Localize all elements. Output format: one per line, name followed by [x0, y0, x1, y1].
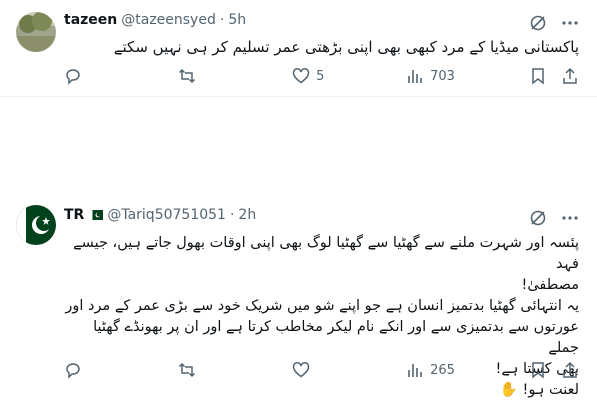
tweet-header: TR @Tariq50751051 · 2h	[64, 207, 256, 223]
retweet-button[interactable]	[178, 361, 218, 379]
tweet-text-line: عورتوں سے بدتمیزی سے اور انکے نام لیکر م…	[93, 319, 579, 356]
analytics-icon	[408, 70, 422, 83]
heart-icon	[292, 68, 310, 84]
retweet-button[interactable]	[178, 67, 218, 85]
analytics-icon	[408, 364, 422, 377]
reply-icon	[66, 69, 80, 85]
separator: ·	[229, 207, 235, 223]
view-count: 265	[430, 362, 455, 378]
more-options-icon[interactable]	[561, 209, 579, 227]
tweet-text-line: پئسہ اور شہرت ملنے سے گھٹیا سے گھٹیا لوگ…	[73, 235, 579, 272]
views-button[interactable]: 703	[406, 67, 455, 85]
timestamp[interactable]: 2h	[238, 207, 256, 223]
like-button[interactable]: 5	[292, 67, 332, 85]
grok-icon[interactable]	[529, 14, 547, 32]
bookmark-icon[interactable]	[529, 361, 547, 379]
view-count: 703	[430, 68, 455, 84]
tweet-text-line: لعنت ہو! ✋	[499, 382, 579, 398]
display-name[interactable]: TR	[64, 207, 84, 223]
tweet-header: tazeen @tazeensyed · 5h	[64, 12, 246, 28]
reply-button[interactable]	[64, 67, 104, 85]
like-count: 5	[316, 68, 325, 84]
avatar[interactable]	[16, 205, 56, 245]
timestamp[interactable]: 5h	[228, 12, 246, 28]
display-name[interactable]: tazeen	[64, 12, 117, 28]
reply-icon	[66, 363, 80, 379]
share-group	[529, 67, 579, 85]
tweet-card[interactable]: TR @Tariq50751051 · 2h پئسہ اور شہرت ملن…	[0, 97, 597, 398]
share-group	[529, 361, 579, 379]
separator: ·	[219, 12, 225, 28]
tweet-text-line: یہ انتہائی گھٹیا بدتمیز انسان ہے جو اپنے…	[65, 298, 579, 314]
more-options-icon[interactable]	[561, 14, 579, 32]
user-handle[interactable]: @tazeensyed	[121, 12, 216, 28]
tweet-actions: 265	[64, 361, 579, 379]
pakistan-flag-icon	[89, 210, 104, 220]
share-icon[interactable]	[561, 361, 579, 379]
like-button[interactable]	[292, 361, 332, 379]
share-icon[interactable]	[561, 67, 579, 85]
grok-icon[interactable]	[529, 209, 547, 227]
retweet-icon	[179, 362, 196, 378]
tweet-text-line: پاکستانی میڈیا کے مرد کبھی بھی اپنی بڑھت…	[113, 38, 579, 56]
tweet-top-actions	[529, 209, 579, 227]
tweet-actions: 5 703	[64, 67, 579, 85]
tweet-card[interactable]: tazeen @tazeensyed · 5h پاکستانی میڈیا ک…	[0, 0, 597, 97]
views-button[interactable]: 265	[406, 361, 455, 379]
tweet-text: پاکستانی میڈیا کے مرد کبھی بھی اپنی بڑھت…	[64, 37, 579, 57]
bookmark-icon[interactable]	[529, 67, 547, 85]
avatar[interactable]	[16, 12, 56, 52]
heart-icon	[292, 362, 310, 378]
tweet-top-actions	[529, 14, 579, 32]
retweet-icon	[179, 68, 196, 84]
reply-button[interactable]	[64, 361, 104, 379]
tweet-text-line: مصطفیٰ!	[521, 277, 579, 293]
user-handle[interactable]: @Tariq50751051	[107, 207, 226, 223]
